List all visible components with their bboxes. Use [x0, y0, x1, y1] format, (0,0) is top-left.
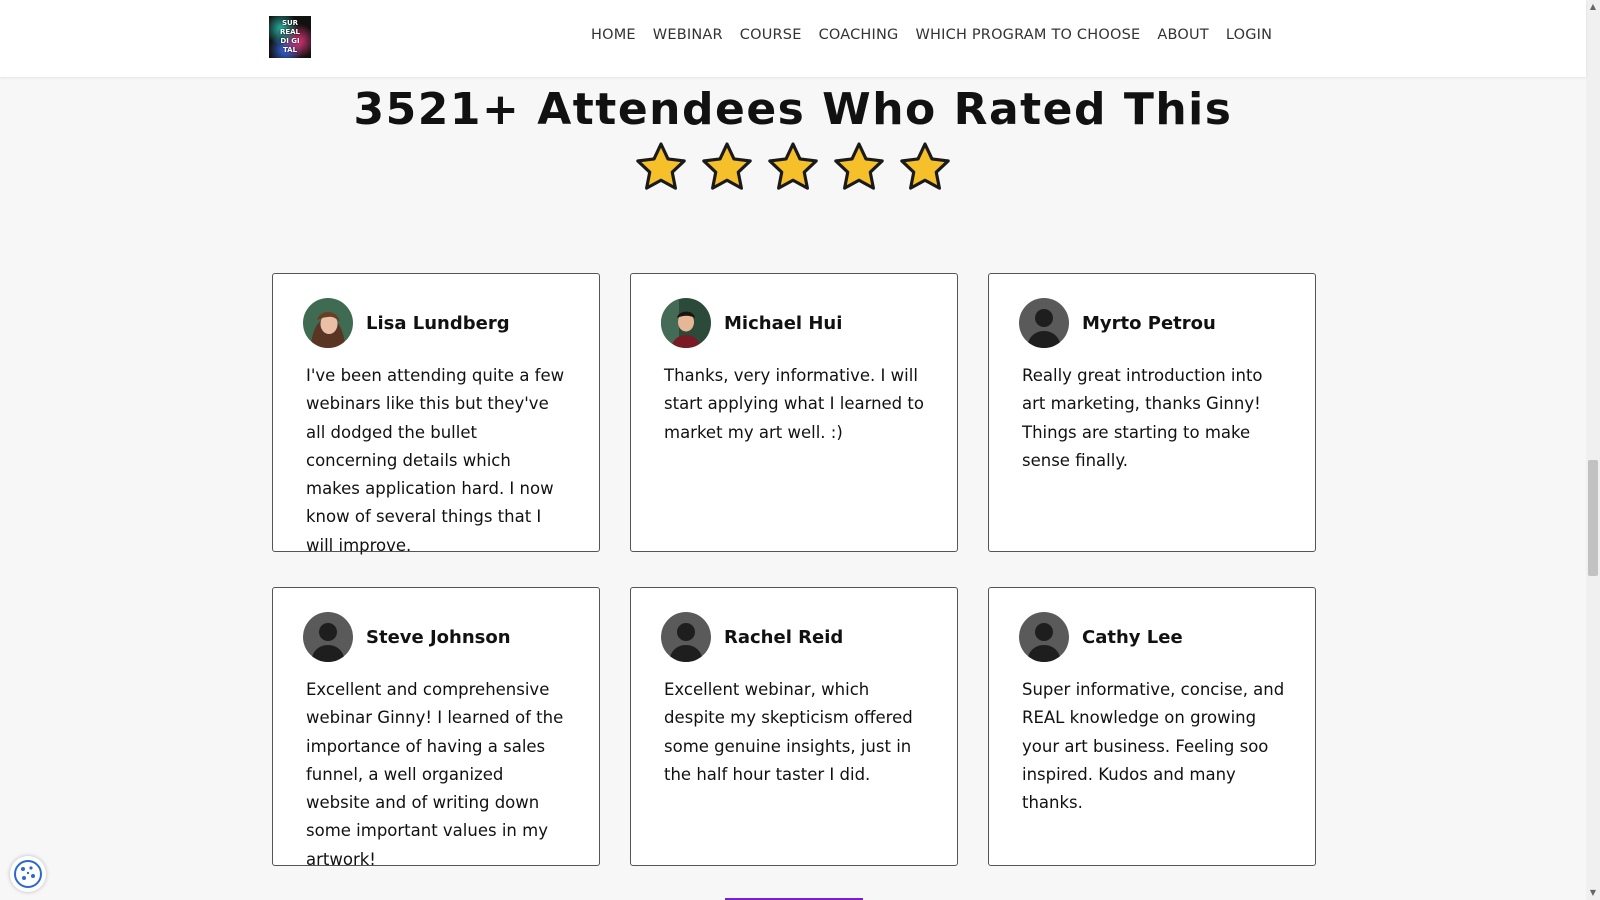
nav-which-program[interactable]: WHICH PROGRAM TO CHOOSE: [916, 27, 1141, 43]
testimonial-card: Lisa Lundberg I've been attending quite …: [272, 273, 600, 555]
logo-line-3: DI GI: [280, 37, 300, 45]
scroll-up-arrow-icon[interactable]: ▲: [1586, 0, 1600, 14]
testimonial-quote: Excellent and comprehensive webinar Ginn…: [306, 680, 564, 869]
star-icon: [766, 140, 820, 194]
rating-stars: [0, 140, 1586, 194]
testimonial-card: Rachel Reid Excellent webinar, which des…: [630, 587, 958, 866]
testimonial-card: Steve Johnson Excellent and comprehensiv…: [272, 587, 600, 869]
avatar-placeholder: [1019, 298, 1069, 348]
cookie-icon: [14, 860, 42, 888]
testimonial-card: Myrto Petrou Really great introduction i…: [988, 273, 1316, 552]
reviewer-name: Michael Hui: [724, 312, 843, 334]
testimonial-card: Cathy Lee Super informative, concise, an…: [988, 587, 1316, 866]
logo-line-2: REAL: [279, 28, 301, 36]
reviewer-name: Cathy Lee: [1082, 626, 1183, 648]
reviewer-name: Rachel Reid: [724, 626, 844, 648]
nav-home[interactable]: HOME: [591, 27, 636, 43]
testimonial-quote: I've been attending quite a few webinars…: [306, 366, 565, 555]
testimonials-grid: Lisa Lundberg I've been attending quite …: [272, 273, 1316, 869]
nav-course[interactable]: COURSE: [740, 27, 802, 43]
top-navbar: SUR REAL DI GI TAL HOME WEBINAR COURSE C…: [0, 0, 1586, 77]
section-headline: 3521+ Attendees Who Rated This: [353, 84, 1233, 135]
avatar-placeholder: [303, 612, 353, 662]
star-icon: [832, 140, 886, 194]
star-icon: [634, 140, 688, 194]
logo-line-1: SUR: [281, 19, 299, 27]
testimonial-quote: Really great introduction into art marke…: [1022, 366, 1263, 470]
avatar-photo: [661, 298, 711, 348]
main-nav: HOME WEBINAR COURSE COACHING WHICH PROGR…: [591, 27, 1586, 43]
page-scrollbar[interactable]: ▲ ▼: [1586, 0, 1600, 900]
star-icon: [700, 140, 754, 194]
nav-coaching[interactable]: COACHING: [819, 27, 899, 43]
avatar-photo: [303, 298, 353, 348]
testimonial-card: Michael Hui Thanks, very informative. I …: [630, 273, 958, 552]
avatar-placeholder: [661, 612, 711, 662]
nav-login[interactable]: LOGIN: [1226, 27, 1272, 43]
testimonial-quote: Thanks, very informative. I will start a…: [664, 366, 924, 442]
avatar-placeholder: [1019, 612, 1069, 662]
scroll-thumb[interactable]: [1588, 460, 1598, 576]
reviewer-name: Myrto Petrou: [1082, 312, 1216, 334]
reviewer-name: Lisa Lundberg: [366, 312, 510, 334]
testimonial-quote: Excellent webinar, which despite my skep…: [664, 680, 913, 784]
cookie-settings-button[interactable]: [10, 856, 46, 892]
nav-webinar[interactable]: WEBINAR: [653, 27, 723, 43]
testimonial-quote: Super informative, concise, and REAL kno…: [1022, 680, 1285, 813]
reviewer-name: Steve Johnson: [366, 626, 511, 648]
nav-about[interactable]: ABOUT: [1157, 27, 1209, 43]
logo-line-4: TAL: [282, 46, 298, 54]
scroll-down-arrow-icon[interactable]: ▼: [1586, 886, 1600, 900]
site-logo[interactable]: SUR REAL DI GI TAL: [269, 16, 311, 58]
star-icon: [898, 140, 952, 194]
